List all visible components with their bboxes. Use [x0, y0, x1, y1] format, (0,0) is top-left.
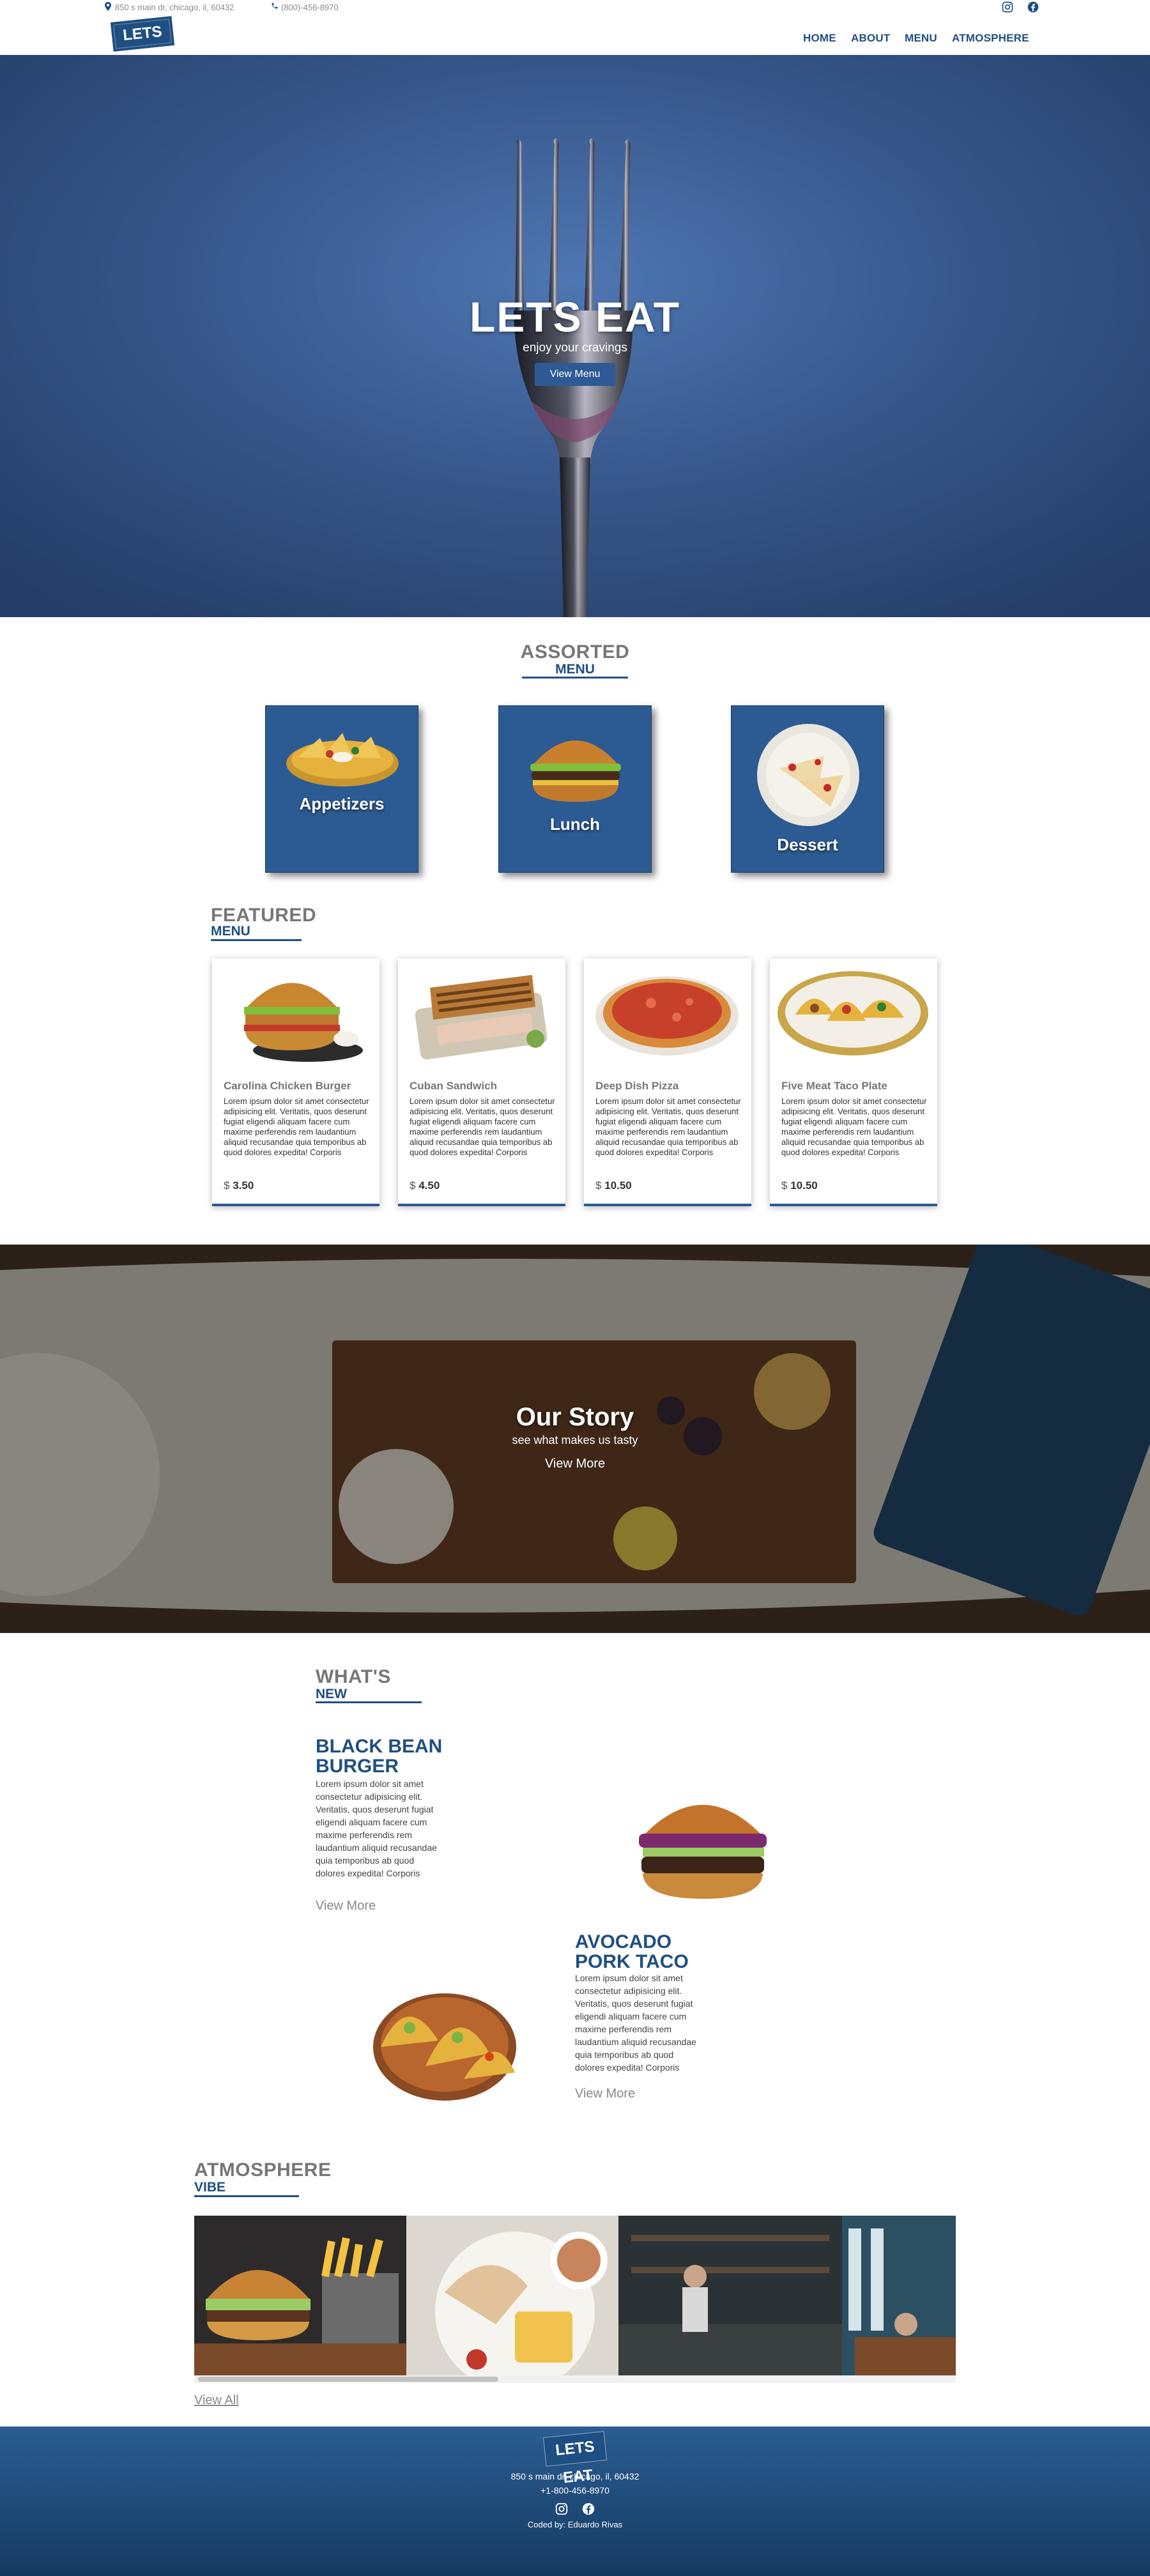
phone-icon: [272, 3, 278, 9]
price-value: 10.50: [604, 1179, 632, 1192]
featured-name-4: Five Meat Taco Plate: [781, 1080, 887, 1092]
featured-name-3: Deep Dish Pizza: [595, 1080, 679, 1092]
featured-price-2: $ 4.50: [410, 1179, 440, 1192]
new-item-2-title-line1: AVOCADO: [575, 1931, 672, 1952]
deep-dish-pizza-image: [595, 976, 739, 1055]
new-item-2-view-more[interactable]: View More: [575, 2087, 635, 2101]
featured-price-3: $ 10.50: [595, 1179, 632, 1192]
site-logo[interactable]: LETS EAT: [110, 16, 175, 73]
featured-underline: [211, 939, 302, 941]
top-address: 850 s main dr, chicago, il, 60432: [115, 3, 234, 12]
gallery-wrap-soup-image: [406, 2216, 618, 2375]
hero-subtitle: enjoy your cravings: [523, 341, 627, 355]
chicken-burger-image: [244, 983, 363, 1062]
dessert-plate-image: [757, 724, 859, 826]
atmosphere-subheading: VIBE: [194, 2180, 226, 2195]
new-item-1-title: BLACK BEAN BURGER: [316, 1736, 442, 1776]
gallery-kitchen-dining-image: [618, 2216, 956, 2375]
category-card-lunch[interactable]: Lunch: [498, 705, 652, 873]
featured-desc-2: Lorem ipsum dolor sit amet consectetur a…: [410, 1096, 555, 1157]
facebook-icon[interactable]: [1027, 1, 1039, 13]
nav-home[interactable]: HOME: [803, 32, 836, 45]
story-view-more-button[interactable]: View More: [0, 1457, 1150, 1471]
atmosphere-gallery[interactable]: [194, 2216, 956, 2375]
instagram-icon[interactable]: [1001, 1, 1014, 13]
currency-symbol: $: [595, 1179, 602, 1192]
featured-heading: FEATURED: [211, 905, 317, 926]
footer-phone: +1-800-456-8970: [540, 2485, 610, 2496]
currency-symbol: $: [224, 1179, 230, 1192]
main-navbar: LETS EAT HOME ABOUT MENU ATMOSPHERE: [0, 15, 1150, 73]
currency-symbol: $: [410, 1179, 416, 1192]
new-item-2-desc: Lorem ipsum dolor sit amet consectetur a…: [575, 1973, 696, 2073]
taco-plate-image: [778, 971, 928, 1055]
new-item-1-view-more[interactable]: View More: [316, 1899, 376, 1913]
featured-price-4: $ 10.50: [781, 1179, 818, 1192]
featured-name-2: Cuban Sandwich: [410, 1080, 497, 1092]
footer-address: 850 s main dr, chicago, il, 60432: [510, 2471, 640, 2481]
featured-price-1: $ 3.50: [224, 1179, 254, 1192]
black-bean-burger-image: [639, 1805, 767, 1899]
footer-logo[interactable]: LETS EAT: [542, 2431, 608, 2487]
top-phone: (800)-456-8970: [281, 3, 339, 12]
top-info-bar: 850 s main dr, chicago, il, 60432 (800)-…: [0, 0, 1150, 15]
nachos-image: [286, 733, 399, 786]
currency-symbol: $: [781, 1179, 788, 1192]
whats-new-underline: [316, 1701, 422, 1703]
hero-title: LETS EAT: [469, 293, 681, 341]
hero-section: LETS EAT enjoy your cravings View Menu: [0, 55, 1150, 617]
view-menu-button[interactable]: View Menu: [535, 363, 615, 386]
featured-desc-4: Lorem ipsum dolor sit amet consectetur a…: [781, 1096, 927, 1157]
price-value: 10.50: [790, 1179, 818, 1192]
assorted-underline: [522, 677, 628, 678]
whats-new-subheading: NEW: [316, 1687, 347, 1701]
gallery-scrollbar-thumb[interactable]: [198, 2377, 498, 2382]
cuban-sandwich-image: [415, 975, 548, 1060]
map-pin-icon: [105, 2, 111, 11]
assorted-subheading: MENU: [555, 662, 595, 677]
featured-card-1[interactable]: Carolina Chicken Burger Lorem ipsum dolo…: [212, 958, 379, 1206]
footer-credit: Coded by: Eduardo Rivas: [527, 2520, 623, 2529]
story-title: Our Story: [516, 1403, 634, 1431]
featured-subheading: MENU: [211, 924, 250, 939]
nav-menu[interactable]: MENU: [905, 32, 937, 45]
atmosphere-underline: [194, 2195, 299, 2197]
new-item-2-title: AVOCADO PORK TACO: [575, 1932, 689, 1972]
new-item-1-title-line1: BLACK BEAN: [316, 1736, 443, 1757]
nav-about[interactable]: ABOUT: [851, 32, 890, 45]
featured-card-4[interactable]: Five Meat Taco Plate Lorem ipsum dolor s…: [770, 958, 937, 1206]
category-label-dessert: Dessert: [777, 835, 838, 854]
featured-card-3[interactable]: Deep Dish Pizza Lorem ipsum dolor sit am…: [584, 958, 751, 1206]
new-item-1-desc: Lorem ipsum dolor sit amet consectetur a…: [316, 1779, 437, 1878]
footer-facebook-icon[interactable]: [581, 2502, 595, 2516]
assorted-heading: ASSORTED: [520, 641, 630, 663]
atmosphere-heading: ATMOSPHERE: [194, 2159, 332, 2181]
category-label-lunch: Lunch: [550, 815, 600, 834]
whats-new-heading: WHAT'S: [316, 1666, 391, 1687]
featured-card-2[interactable]: Cuban Sandwich Lorem ipsum dolor sit ame…: [398, 958, 565, 1206]
burger-image: [530, 740, 621, 802]
category-card-appetizers[interactable]: Appetizers: [265, 705, 418, 873]
gallery-burger-fries-image: [194, 2216, 406, 2375]
our-story-section: Our Story see what makes us tasty View M…: [0, 1245, 1150, 1633]
category-label-appetizers: Appetizers: [299, 794, 385, 813]
featured-desc-1: Lorem ipsum dolor sit amet consectetur a…: [224, 1096, 369, 1157]
avocado-pork-taco-image: [373, 1993, 516, 2101]
site-footer: LETS EAT 850 s main dr, chicago, il, 604…: [0, 2426, 1150, 2576]
nav-atmosphere[interactable]: ATMOSPHERE: [952, 32, 1029, 45]
category-card-dessert[interactable]: Dessert: [731, 705, 884, 873]
new-item-1-title-line2: BURGER: [316, 1756, 399, 1777]
featured-desc-3: Lorem ipsum dolor sit amet consectetur a…: [595, 1096, 741, 1157]
price-value: 4.50: [418, 1179, 440, 1192]
new-item-2-title-line2: PORK TACO: [575, 1951, 689, 1972]
story-subtitle: see what makes us tasty: [512, 1434, 638, 1446]
footer-instagram-icon[interactable]: [555, 2502, 569, 2516]
featured-name-1: Carolina Chicken Burger: [224, 1080, 351, 1092]
view-all-link[interactable]: View All: [194, 2393, 239, 2408]
price-value: 3.50: [233, 1179, 254, 1192]
gallery-scrollbar[interactable]: [194, 2375, 956, 2383]
